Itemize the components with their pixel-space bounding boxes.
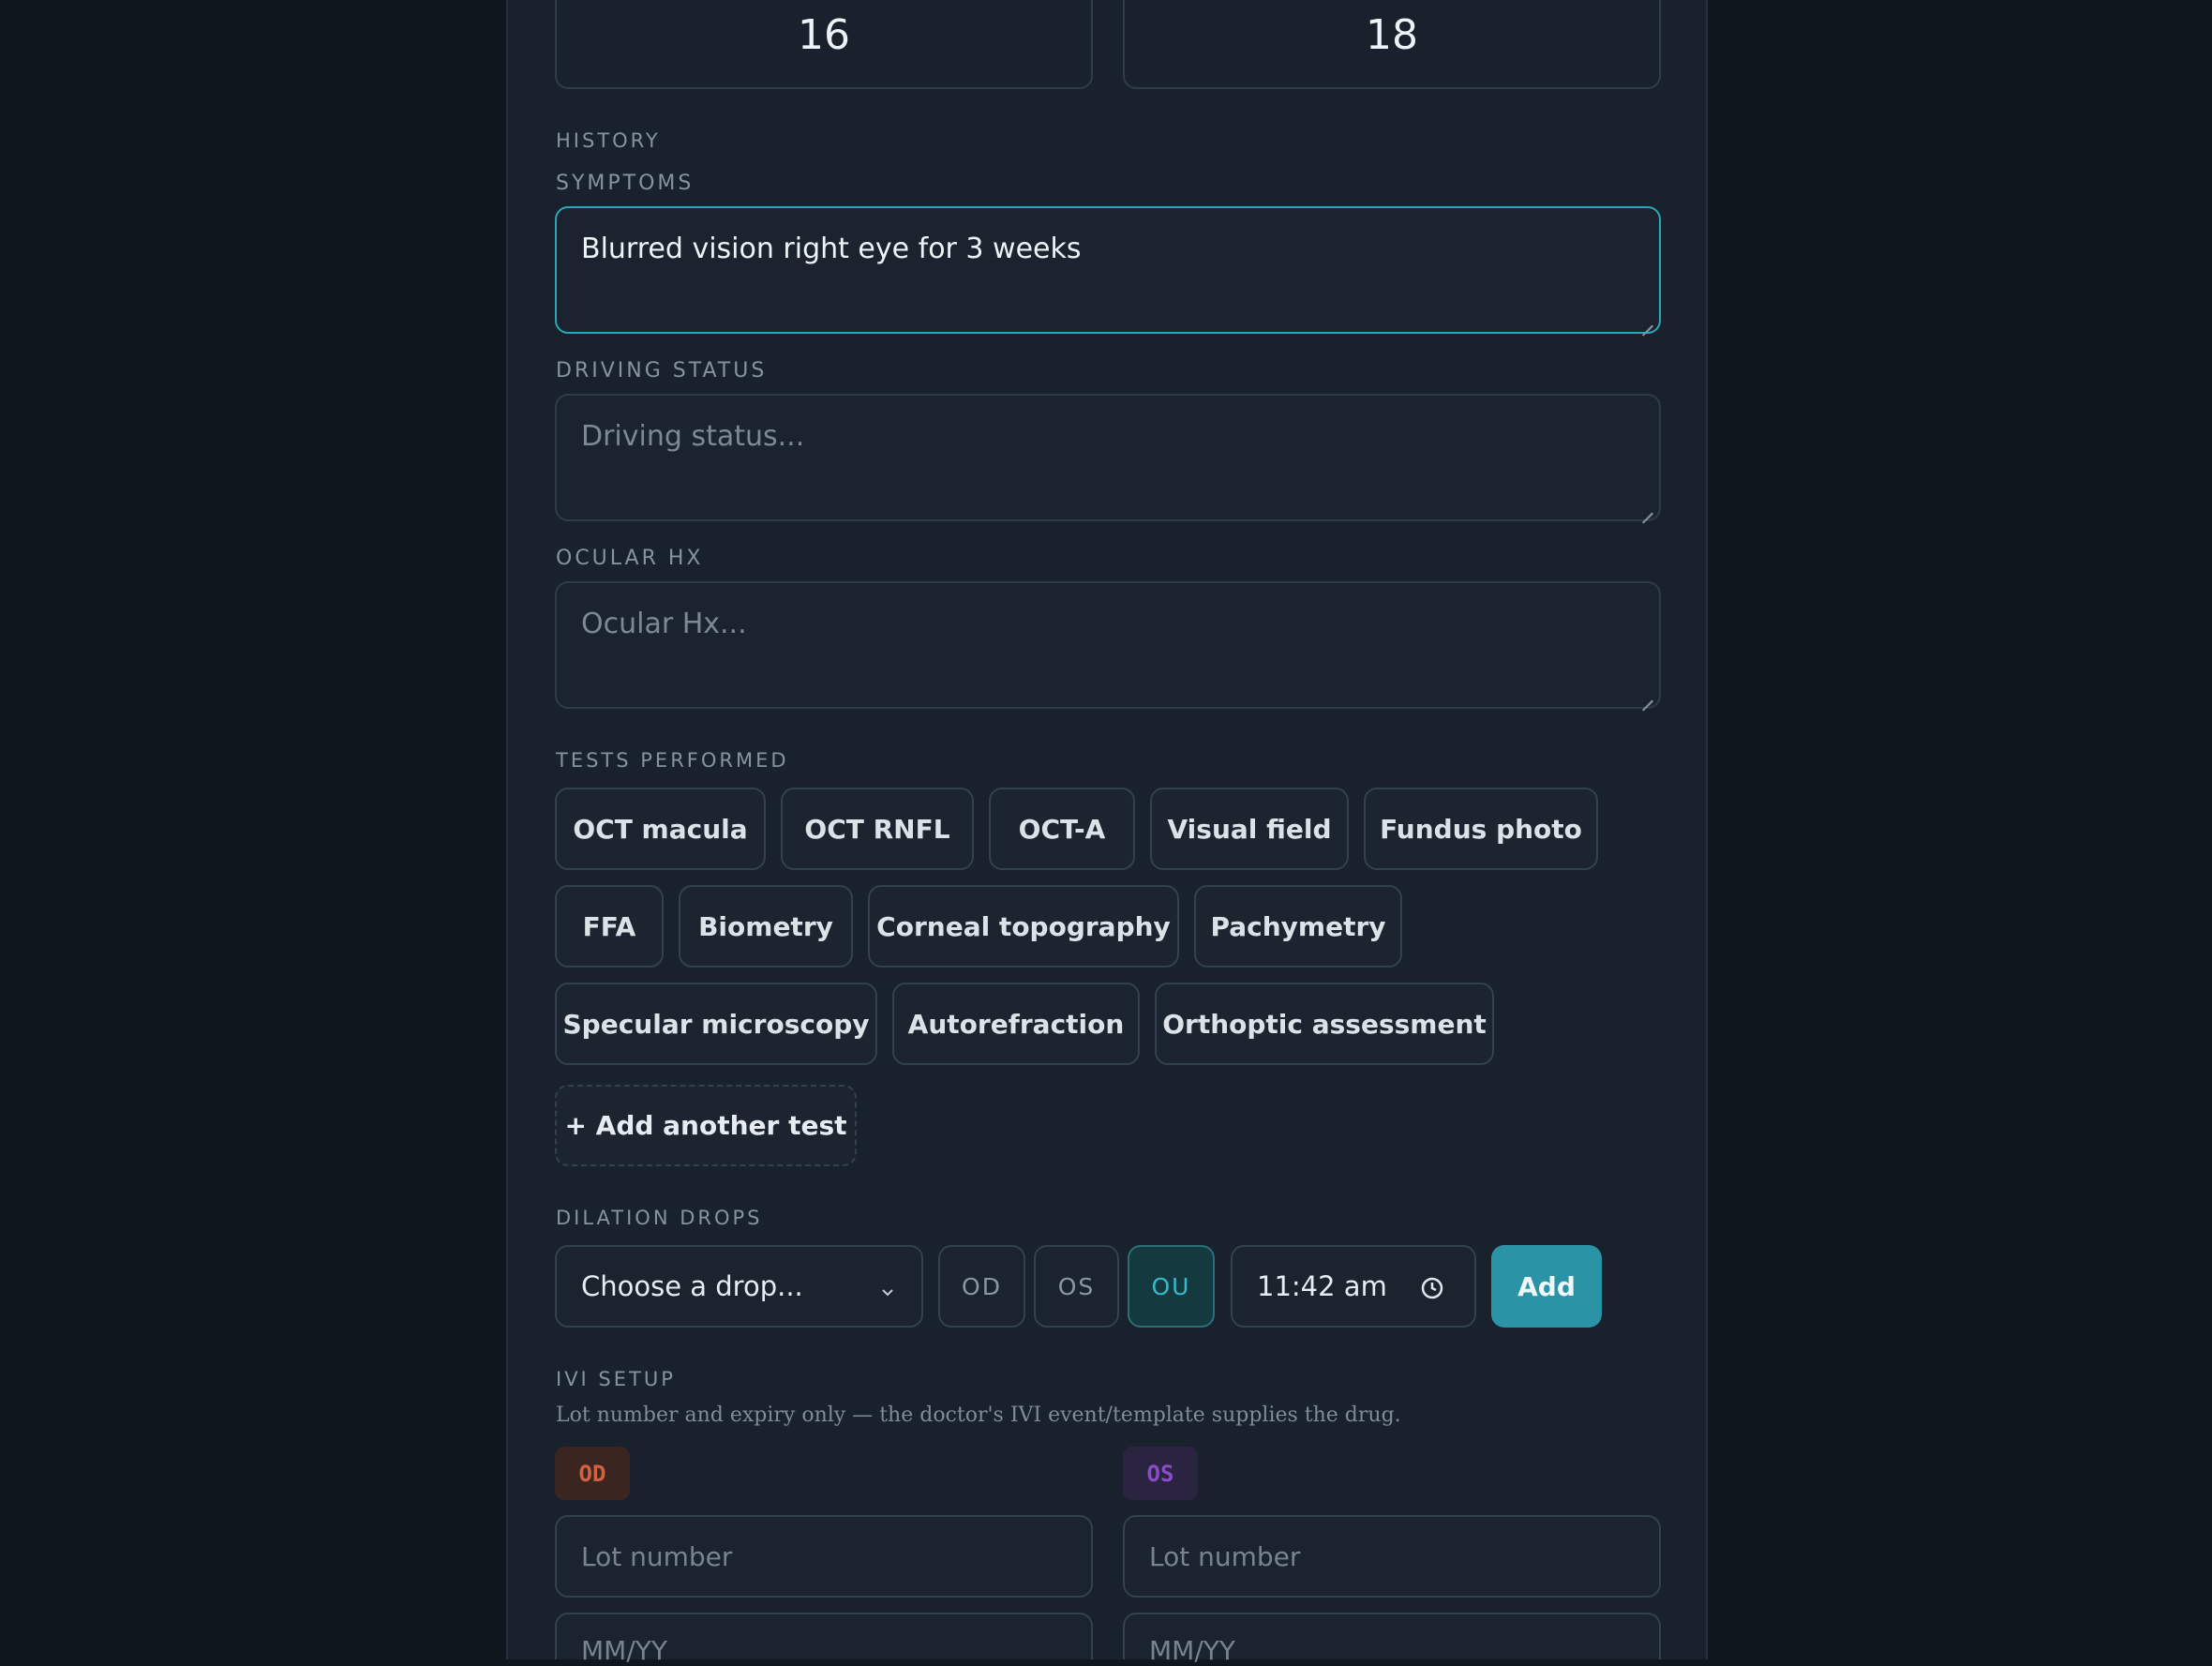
- test-chip-oct-macula[interactable]: OCT macula: [555, 788, 766, 870]
- ocular-hx-placeholder: Ocular Hx...: [581, 608, 747, 640]
- drop-time-input[interactable]: 11:42 am: [1231, 1245, 1476, 1328]
- iop-od-field[interactable]: 16: [555, 0, 1093, 89]
- test-chip-orthoptic-assessment[interactable]: Orthoptic assessment: [1155, 983, 1494, 1065]
- os-badge: OS: [1123, 1447, 1198, 1500]
- drop-time-value: 11:42 am: [1257, 1270, 1387, 1302]
- driving-status-textarea[interactable]: Driving status...: [555, 394, 1661, 521]
- eye-toggle-os[interactable]: OS: [1034, 1245, 1119, 1328]
- os-expiry-input[interactable]: MM/YY: [1123, 1613, 1661, 1666]
- symptoms-label: SYMPTOMS: [556, 172, 695, 195]
- add-drop-button[interactable]: Add: [1491, 1245, 1602, 1328]
- add-another-test-button[interactable]: + Add another test: [555, 1085, 857, 1166]
- test-chip-ffa[interactable]: FFA: [555, 885, 664, 968]
- dilation-drops-heading: DILATION DROPS: [556, 1207, 763, 1229]
- ocular-hx-label: OCULAR HX: [556, 547, 704, 570]
- drop-select-value: Choose a drop...: [581, 1270, 803, 1302]
- test-chip-visual-field[interactable]: Visual field: [1150, 788, 1349, 870]
- resize-handle-icon[interactable]: [1642, 315, 1653, 326]
- form-panel: 16 18 HISTORY SYMPTOMS Blurred vision ri…: [506, 0, 1708, 1666]
- os-lot-number-placeholder: Lot number: [1149, 1540, 1301, 1572]
- test-chip-oct-rnfl[interactable]: OCT RNFL: [781, 788, 974, 870]
- clock-icon[interactable]: [1420, 1275, 1444, 1307]
- tests-performed-heading: TESTS PERFORMED: [556, 749, 789, 772]
- test-chip-oct-a[interactable]: OCT-A: [989, 788, 1135, 870]
- test-chip-specular-microscopy[interactable]: Specular microscopy: [555, 983, 877, 1065]
- eye-toggle-ou[interactable]: OU: [1128, 1245, 1215, 1328]
- od-badge: OD: [555, 1447, 630, 1500]
- test-chip-pachymetry[interactable]: Pachymetry: [1194, 885, 1402, 968]
- test-chip-fundus-photo[interactable]: Fundus photo: [1364, 788, 1598, 870]
- symptoms-text: Blurred vision right eye for 3 weeks: [581, 233, 1082, 265]
- iop-os-field[interactable]: 18: [1123, 0, 1661, 89]
- ivi-setup-hint: Lot number and expiry only — the doctor'…: [556, 1403, 1401, 1427]
- symptoms-textarea[interactable]: Blurred vision right eye for 3 weeks: [555, 206, 1661, 334]
- history-heading: HISTORY: [556, 129, 661, 152]
- driving-status-placeholder: Driving status...: [581, 420, 805, 453]
- chevron-down-icon: [880, 1275, 895, 1307]
- os-lot-number-input[interactable]: Lot number: [1123, 1515, 1661, 1598]
- resize-handle-icon[interactable]: [1642, 503, 1653, 514]
- test-chip-biometry[interactable]: Biometry: [679, 885, 853, 968]
- os-expiry-placeholder: MM/YY: [1149, 1635, 1235, 1666]
- resize-handle-icon[interactable]: [1642, 690, 1653, 701]
- od-expiry-placeholder: MM/YY: [581, 1635, 667, 1666]
- test-chip-corneal-topography[interactable]: Corneal topography: [868, 885, 1179, 968]
- od-expiry-input[interactable]: MM/YY: [555, 1613, 1093, 1666]
- drop-select[interactable]: Choose a drop...: [555, 1245, 923, 1328]
- ocular-hx-textarea[interactable]: Ocular Hx...: [555, 581, 1661, 709]
- driving-status-label: DRIVING STATUS: [556, 359, 768, 383]
- test-chip-autorefraction[interactable]: Autorefraction: [892, 983, 1140, 1065]
- od-lot-number-input[interactable]: Lot number: [555, 1515, 1093, 1598]
- ivi-setup-heading: IVI SETUP: [556, 1368, 676, 1390]
- od-lot-number-placeholder: Lot number: [581, 1540, 733, 1572]
- eye-toggle-od[interactable]: OD: [938, 1245, 1025, 1328]
